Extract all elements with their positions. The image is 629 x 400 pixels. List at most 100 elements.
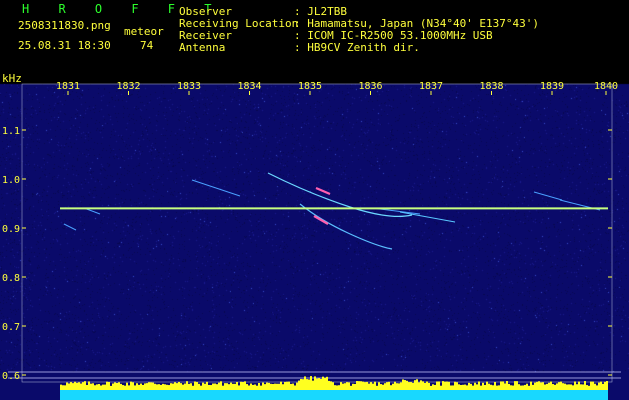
level-bar [606,381,608,390]
level-bar [480,385,482,390]
y-axis-unit-label: kHz [2,72,22,85]
meteor-echo-trace-8 [533,191,563,201]
spectrogram-panel: kHz 1.1 1.0 0.9 0.8 0.7 0.6 1831 1832 1833 1834 18… [0,72,629,400]
level-bar [126,382,128,390]
level-bar [108,381,110,390]
level-bar [410,382,412,390]
level-bar [460,385,462,390]
level-bar [166,384,168,390]
level-bar [184,383,186,390]
x-axis: 1831 1832 1833 1834 1835 1836 1837 1838 1839 1840 [56,81,618,95]
level-bar [420,380,422,390]
level-bar [466,385,468,390]
level-bar [340,382,342,390]
level-bar [190,383,192,390]
level-bar [382,384,384,390]
level-bar [336,385,338,390]
level-bar [300,379,302,390]
level-bar [114,382,116,390]
level-bar [160,384,162,390]
level-bar [328,380,330,390]
x-tick-label-9: 1840 [594,81,618,92]
level-bar [274,383,276,390]
level-bar [472,385,474,390]
level-bar [220,381,222,390]
level-bar [560,381,562,390]
level-bar [438,381,440,390]
level-bar [502,381,504,390]
level-bar [540,382,542,390]
level-bar [442,381,444,390]
level-bar [230,382,232,390]
y-tick-label-0: 1.1 [2,126,20,137]
level-bar [378,382,380,390]
level-bar [100,385,102,390]
level-bar [532,384,534,390]
level-bar [86,385,88,390]
level-bar [592,381,594,390]
level-bar [228,384,230,390]
level-bar [92,383,94,390]
info-value-antenna: : HB9CV Zenith dir. [294,41,420,54]
level-bar [62,385,64,390]
level-bar [98,383,100,390]
level-bar [122,385,124,390]
level-bar [396,383,398,390]
level-bar [400,382,402,390]
level-bar [150,382,152,390]
level-bar [250,383,252,390]
level-bar [144,383,146,390]
level-bar [430,385,432,390]
level-bar [308,379,310,390]
level-bar [136,383,138,390]
level-bar [584,381,586,390]
level-bar [94,385,96,390]
level-bar [268,382,270,390]
level-bar [600,381,602,390]
level-bar [208,384,210,390]
level-bar [170,383,172,390]
level-bar [354,383,356,390]
level-bar [388,381,390,390]
level-bar [256,385,258,390]
header-panel: H R O F F T 2508311830.png 25.08.31 18:3… [0,0,629,72]
level-bar [124,385,126,390]
x-tick-label-6: 1837 [419,81,443,92]
level-bar [570,384,572,390]
level-bar [464,384,466,390]
level-bar [176,383,178,390]
level-bar [338,385,340,390]
level-bar [368,383,370,390]
level-bar [478,381,480,390]
level-bar [414,380,416,390]
level-bar [404,380,406,390]
level-bar [182,384,184,390]
meteor-echo-trace-10 [63,223,77,231]
spectrogram-overlay: kHz1.11.00.90.80.70.6 1831 1832 1833 1834 18… [2,72,621,400]
level-bar [240,381,242,390]
level-bar [280,381,282,390]
level-bar [118,382,120,390]
level-bar [222,385,224,390]
level-bar [370,382,372,390]
level-bar [278,383,280,390]
level-bar [496,385,498,390]
level-bar [550,381,552,390]
level-bar [346,382,348,390]
level-bar [518,384,520,390]
level-bar [138,384,140,390]
level-bar [248,385,250,390]
meteor-echo-trace-3 [315,186,331,196]
info-label-antenna: Antenna [179,41,226,54]
level-bar [324,377,326,390]
level-bar [470,383,472,390]
level-bar [468,382,470,390]
level-bar [348,382,350,390]
level-bar [234,383,236,390]
level-bar [594,383,596,390]
level-bar [432,384,434,390]
level-bar [500,381,502,390]
level-bar [574,381,576,390]
level-bar [416,379,418,390]
level-bar [270,383,272,390]
